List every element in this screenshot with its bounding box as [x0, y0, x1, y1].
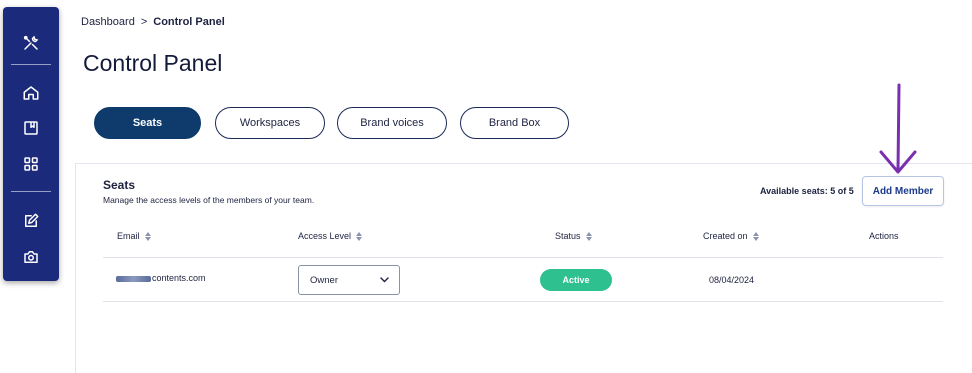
header-status-label: Status: [555, 231, 581, 241]
sidebar-divider: [11, 64, 51, 65]
breadcrumb-current: Control Panel: [153, 16, 225, 28]
seats-subtitle: Manage the access levels of the members …: [103, 195, 315, 205]
home-icon[interactable]: [17, 79, 45, 107]
access-level-value: Owner: [310, 274, 338, 286]
header-actions-label: Actions: [869, 231, 899, 241]
book-icon[interactable]: [17, 114, 45, 142]
annotation-arrow-icon: [879, 83, 917, 174]
page-title: Control Panel: [83, 50, 223, 76]
header-status[interactable]: Status: [555, 231, 592, 241]
table-row-email: contents.com: [116, 273, 206, 283]
tab-workspaces[interactable]: Workspaces: [215, 107, 325, 139]
breadcrumb-dashboard[interactable]: Dashboard: [81, 16, 135, 28]
sidebar: [3, 7, 59, 281]
camera-icon[interactable]: [17, 243, 45, 271]
header-created-on[interactable]: Created on: [703, 231, 759, 241]
tab-brand-voices[interactable]: Brand voices: [337, 107, 447, 139]
sidebar-divider: [11, 191, 51, 192]
chevron-down-icon: [380, 277, 389, 283]
add-member-button[interactable]: Add Member: [862, 176, 944, 206]
edit-icon[interactable]: [17, 207, 45, 235]
sort-icon[interactable]: [585, 231, 592, 241]
status-badge: Active: [540, 269, 612, 291]
sort-icon[interactable]: [752, 231, 759, 241]
sort-icon[interactable]: [144, 231, 151, 241]
created-on-date: 08/04/2024: [709, 275, 755, 285]
sort-icon[interactable]: [356, 231, 363, 241]
access-level-select[interactable]: Owner: [298, 265, 400, 295]
redacted-email-mask: [116, 275, 151, 282]
table-divider: [103, 257, 943, 258]
tab-brand-box[interactable]: Brand Box: [460, 107, 569, 139]
header-access-level[interactable]: Access Level: [298, 231, 363, 241]
header-created-on-label: Created on: [703, 231, 748, 241]
breadcrumb-separator: >: [140, 16, 148, 28]
header-email-label: Email: [117, 231, 140, 241]
seats-title: Seats: [103, 178, 136, 192]
header-email[interactable]: Email: [117, 231, 151, 241]
table-divider: [103, 301, 943, 302]
header-actions: Actions: [869, 231, 899, 241]
tools-icon[interactable]: [17, 29, 45, 57]
header-access-level-label: Access Level: [298, 231, 352, 241]
breadcrumb: Dashboard > Control Panel: [81, 16, 225, 28]
email-domain: contents.com: [152, 273, 206, 283]
grid-icon[interactable]: [17, 150, 45, 178]
available-seats: Available seats: 5 of 5: [760, 186, 854, 196]
tab-seats[interactable]: Seats: [94, 107, 201, 139]
